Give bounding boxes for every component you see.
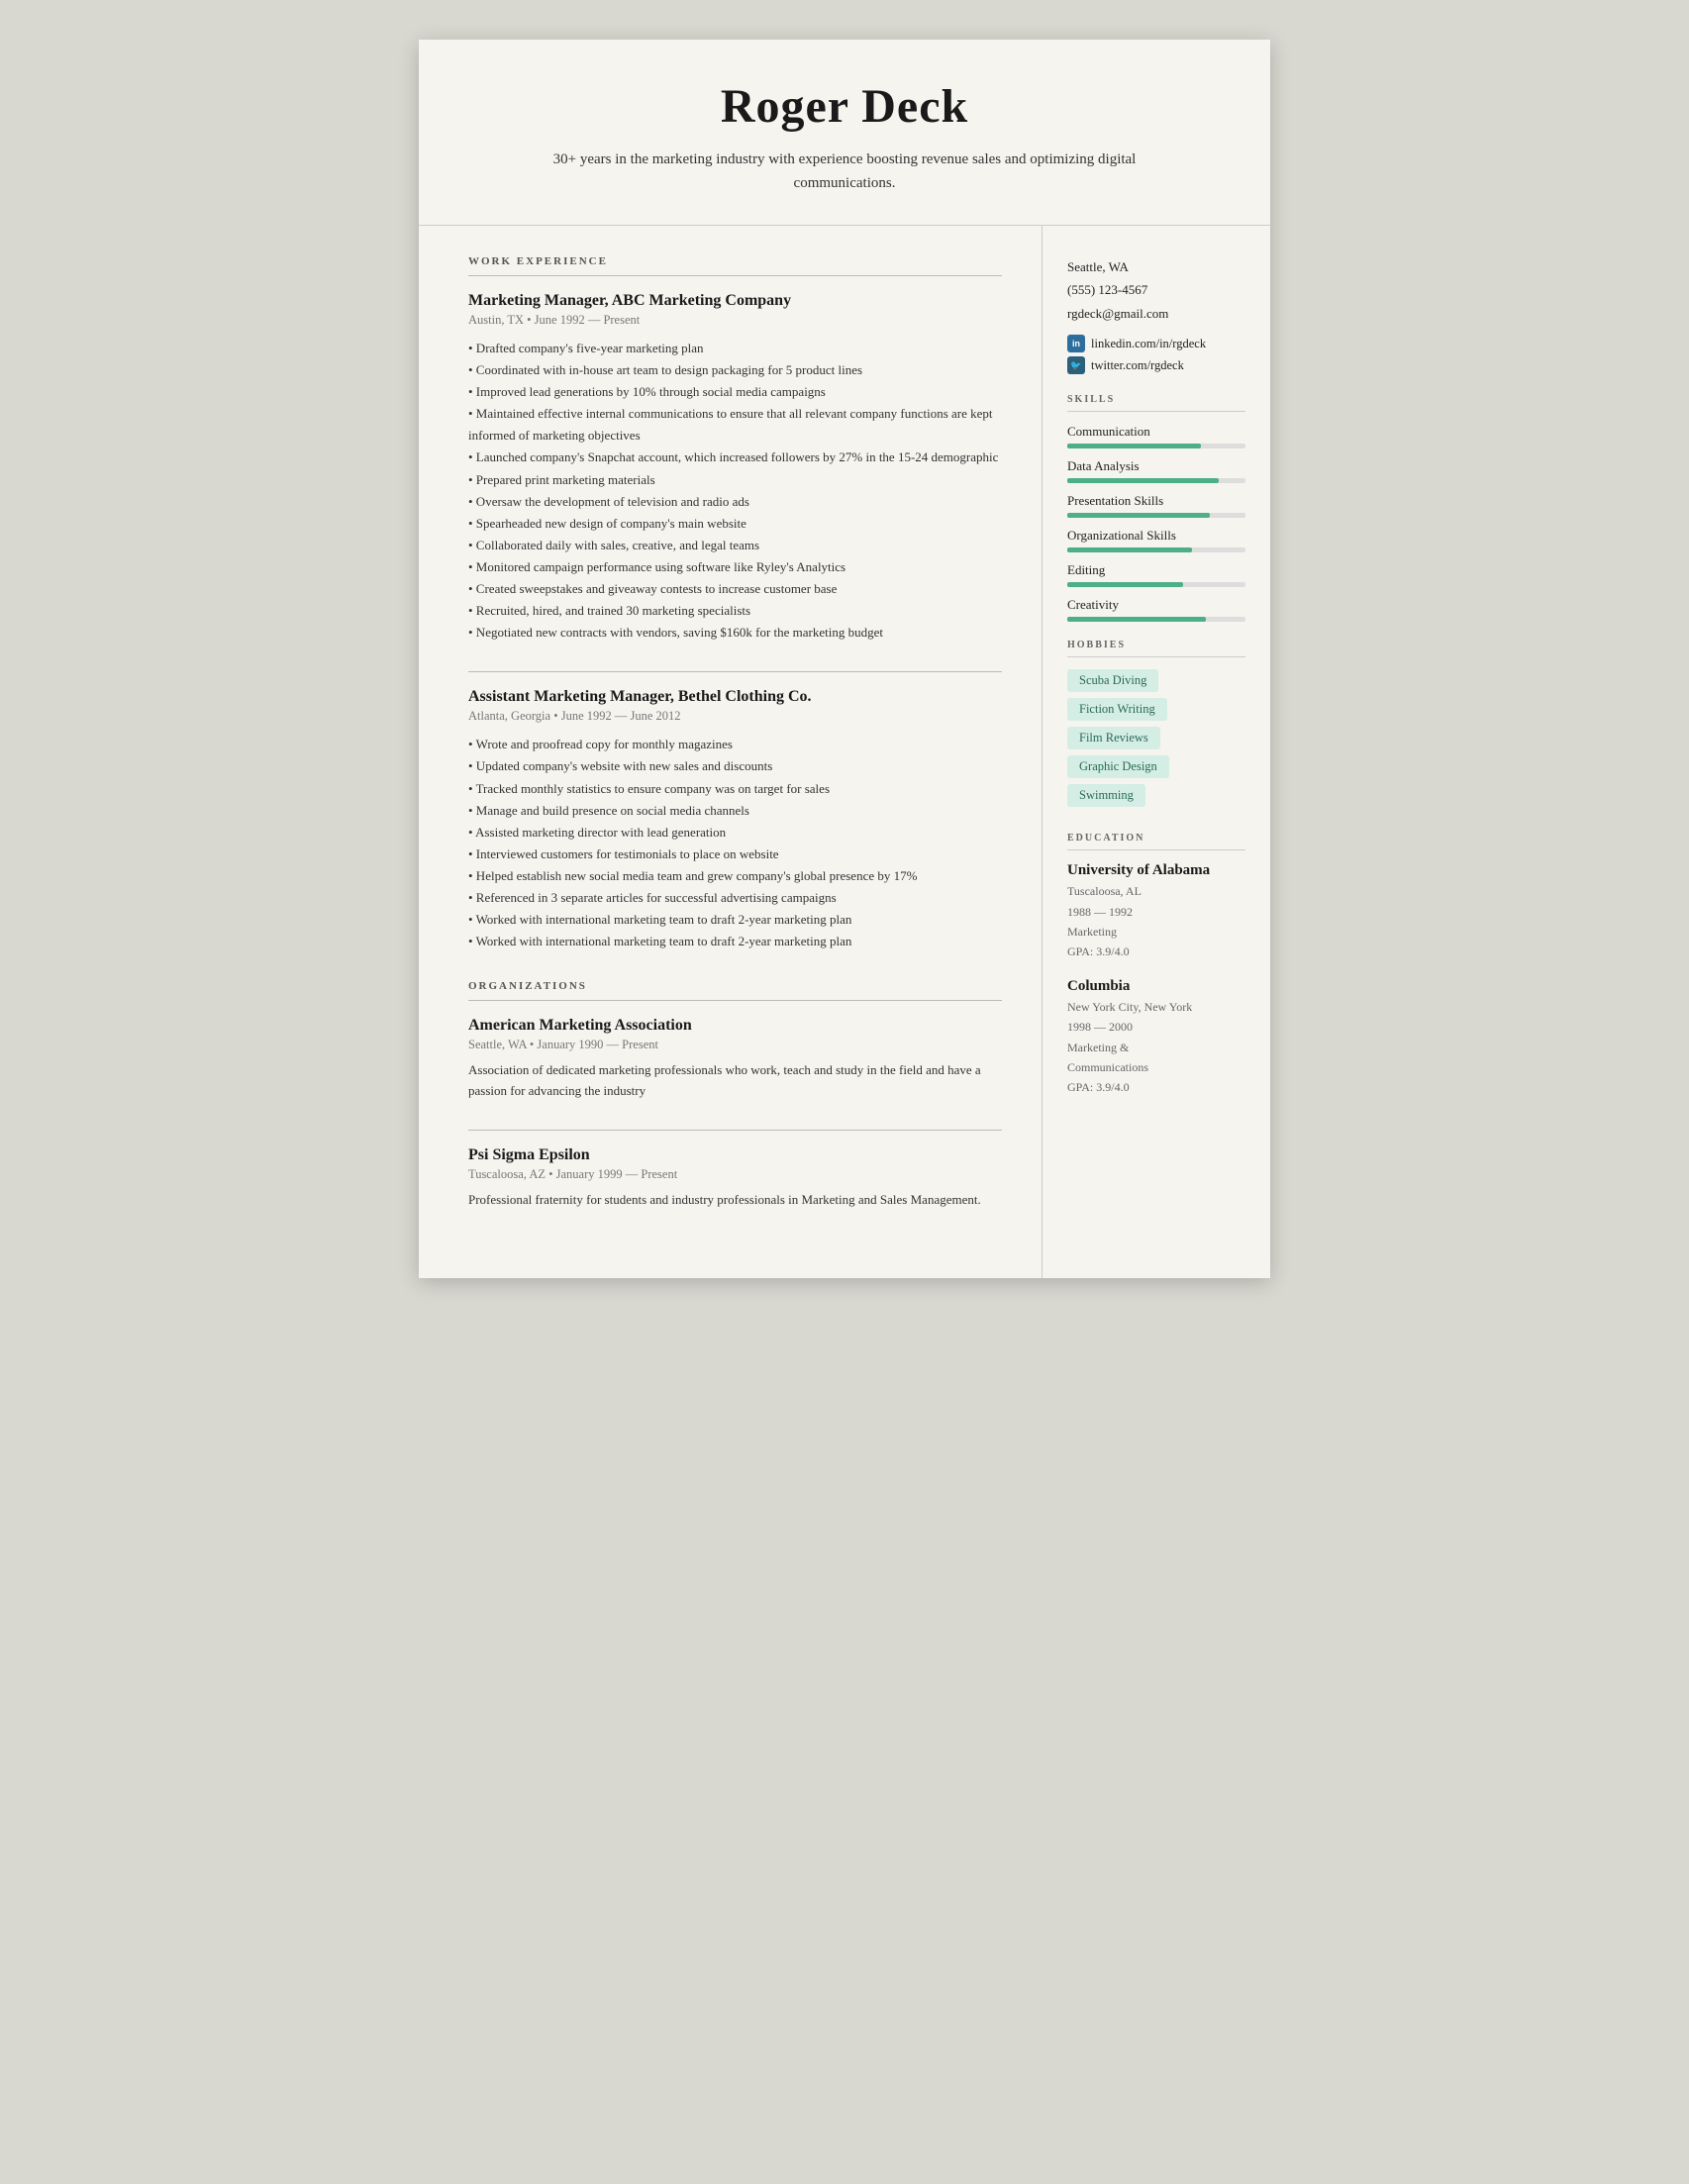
edu-1-gpa: GPA: 3.9/4.0 <box>1067 942 1245 961</box>
job-1-bullet-10: • Monitored campaign performance using s… <box>468 556 1002 578</box>
job-2: Assistant Marketing Manager, Bethel Clot… <box>468 688 1002 952</box>
job-1-bullet-7: • Oversaw the development of television … <box>468 491 1002 513</box>
job-1-bullet-8: • Spearheaded new design of company's ma… <box>468 513 1002 535</box>
skill-organizational-name: Organizational Skills <box>1067 528 1245 544</box>
contact-email: rgdeck@gmail.com <box>1067 302 1245 325</box>
edu-1: University of Alabama Tuscaloosa, AL 198… <box>1067 862 1245 962</box>
edu-1-location: Tuscaloosa, AL <box>1067 881 1245 901</box>
job-1-bullet-4: • Maintained effective internal communic… <box>468 403 1002 447</box>
job-1-bullet-9: • Collaborated daily with sales, creativ… <box>468 535 1002 556</box>
edu-1-years: 1988 — 1992 <box>1067 902 1245 922</box>
resume-header: Roger Deck 30+ years in the marketing in… <box>419 40 1270 225</box>
org-1: American Marketing Association Seattle, … <box>468 1017 1002 1102</box>
organizations-section: ORGANIZATIONS American Marketing Associa… <box>468 980 1002 1210</box>
sidebar-column: Seattle, WA (555) 123-4567 rgdeck@gmail.… <box>1043 226 1270 1278</box>
job-2-bullet-9: • Worked with international marketing te… <box>468 909 1002 931</box>
job-2-bullet-10: • Worked with international marketing te… <box>468 931 1002 952</box>
edu-2-degree: Marketing &Communications <box>1067 1038 1245 1078</box>
org-2: Psi Sigma Epsilon Tuscaloosa, AZ • Janua… <box>468 1146 1002 1211</box>
hobby-graphic-design: Graphic Design <box>1067 755 1169 778</box>
job-1-bullet-13: • Negotiated new contracts with vendors,… <box>468 622 1002 644</box>
hobbies-label: HOBBIES <box>1067 640 1245 650</box>
skill-creativity: Creativity <box>1067 597 1245 622</box>
org-1-meta: Seattle, WA • January 1990 — Present <box>468 1038 1002 1052</box>
skill-presentation: Presentation Skills <box>1067 493 1245 518</box>
job-1: Marketing Manager, ABC Marketing Company… <box>468 292 1002 644</box>
skill-presentation-name: Presentation Skills <box>1067 493 1245 509</box>
skill-data-analysis: Data Analysis <box>1067 458 1245 483</box>
skill-data-analysis-name: Data Analysis <box>1067 458 1245 474</box>
skills-section: SKILLS Communication Data Analysis Prese… <box>1067 394 1245 622</box>
job-2-bullet-6: • Interviewed customers for testimonials… <box>468 844 1002 865</box>
edu-2-school: Columbia <box>1067 978 1245 995</box>
twitter-row: 🐦 twitter.com/rgdeck <box>1067 356 1245 374</box>
contact-block: Seattle, WA (555) 123-4567 rgdeck@gmail.… <box>1067 255 1245 374</box>
job-1-meta: Austin, TX • June 1992 — Present <box>468 313 1002 328</box>
org-2-name: Psi Sigma Epsilon <box>468 1146 1002 1164</box>
org-1-desc: Association of dedicated marketing profe… <box>468 1060 1002 1102</box>
job-2-bullet-8: • Referenced in 3 separate articles for … <box>468 887 1002 909</box>
job-2-bullet-1: • Wrote and proofread copy for monthly m… <box>468 734 1002 755</box>
candidate-subtitle: 30+ years in the marketing industry with… <box>547 148 1142 195</box>
candidate-name: Roger Deck <box>478 79 1211 134</box>
edu-2-gpa: GPA: 3.9/4.0 <box>1067 1077 1245 1097</box>
job-2-bullet-7: • Helped establish new social media team… <box>468 865 1002 887</box>
skill-organizational: Organizational Skills <box>1067 528 1245 552</box>
org-1-name: American Marketing Association <box>468 1017 1002 1035</box>
main-column: WORK EXPERIENCE Marketing Manager, ABC M… <box>419 226 1043 1278</box>
job-1-bullet-11: • Created sweepstakes and giveaway conte… <box>468 578 1002 600</box>
edu-1-school: University of Alabama <box>1067 862 1245 879</box>
contact-location: Seattle, WA <box>1067 255 1245 278</box>
job-1-bullet-2: • Coordinated with in-house art team to … <box>468 359 1002 381</box>
hobby-scuba-diving: Scuba Diving <box>1067 669 1158 692</box>
orgs-label: ORGANIZATIONS <box>468 980 1002 992</box>
job-1-bullet-1: • Drafted company's five-year marketing … <box>468 338 1002 359</box>
edu-1-degree: Marketing <box>1067 922 1245 942</box>
work-experience-section: WORK EXPERIENCE Marketing Manager, ABC M… <box>468 255 1002 952</box>
linkedin-url: linkedin.com/in/rgdeck <box>1091 337 1206 351</box>
twitter-icon: 🐦 <box>1067 356 1085 374</box>
work-experience-label: WORK EXPERIENCE <box>468 255 1002 267</box>
contact-phone: (555) 123-4567 <box>1067 278 1245 301</box>
skills-label: SKILLS <box>1067 394 1245 405</box>
job-2-meta: Atlanta, Georgia • June 1992 — June 2012 <box>468 709 1002 724</box>
linkedin-row: in linkedin.com/in/rgdeck <box>1067 335 1245 352</box>
skill-communication-name: Communication <box>1067 424 1245 440</box>
job-1-title: Marketing Manager, ABC Marketing Company <box>468 292 1002 310</box>
job-1-bullet-12: • Recruited, hired, and trained 30 marke… <box>468 600 1002 622</box>
job-2-bullets: • Wrote and proofread copy for monthly m… <box>468 734 1002 952</box>
job-2-bullet-5: • Assisted marketing director with lead … <box>468 822 1002 844</box>
twitter-url: twitter.com/rgdeck <box>1091 358 1184 373</box>
education-label: EDUCATION <box>1067 833 1245 844</box>
hobby-fiction-writing: Fiction Writing <box>1067 698 1167 721</box>
linkedin-icon: in <box>1067 335 1085 352</box>
edu-2-years: 1998 — 2000 <box>1067 1017 1245 1037</box>
hobbies-section: HOBBIES Scuba Diving Fiction Writing Fil… <box>1067 640 1245 813</box>
hobby-swimming: Swimming <box>1067 784 1145 807</box>
hobby-film-reviews: Film Reviews <box>1067 727 1160 749</box>
job-1-bullet-5: • Launched company's Snapchat account, w… <box>468 447 1002 468</box>
skill-creativity-name: Creativity <box>1067 597 1245 613</box>
skill-editing-name: Editing <box>1067 562 1245 578</box>
org-2-desc: Professional fraternity for students and… <box>468 1190 1002 1211</box>
resume-body: WORK EXPERIENCE Marketing Manager, ABC M… <box>419 226 1270 1278</box>
job-2-bullet-2: • Updated company's website with new sal… <box>468 755 1002 777</box>
skill-communication: Communication <box>1067 424 1245 448</box>
job-2-bullet-4: • Manage and build presence on social me… <box>468 800 1002 822</box>
org-2-meta: Tuscaloosa, AZ • January 1999 — Present <box>468 1167 1002 1182</box>
skill-editing: Editing <box>1067 562 1245 587</box>
edu-2-location: New York City, New York <box>1067 997 1245 1017</box>
hobbies-tags: Scuba Diving Fiction Writing Film Review… <box>1067 669 1245 813</box>
job-2-bullet-3: • Tracked monthly statistics to ensure c… <box>468 778 1002 800</box>
job-1-bullet-3: • Improved lead generations by 10% throu… <box>468 381 1002 403</box>
job-1-bullet-6: • Prepared print marketing materials <box>468 469 1002 491</box>
job-2-title: Assistant Marketing Manager, Bethel Clot… <box>468 688 1002 706</box>
education-section: EDUCATION University of Alabama Tuscaloo… <box>1067 833 1245 1098</box>
job-1-bullets: • Drafted company's five-year marketing … <box>468 338 1002 644</box>
edu-2: Columbia New York City, New York 1998 — … <box>1067 978 1245 1098</box>
resume-document: Roger Deck 30+ years in the marketing in… <box>419 40 1270 1278</box>
